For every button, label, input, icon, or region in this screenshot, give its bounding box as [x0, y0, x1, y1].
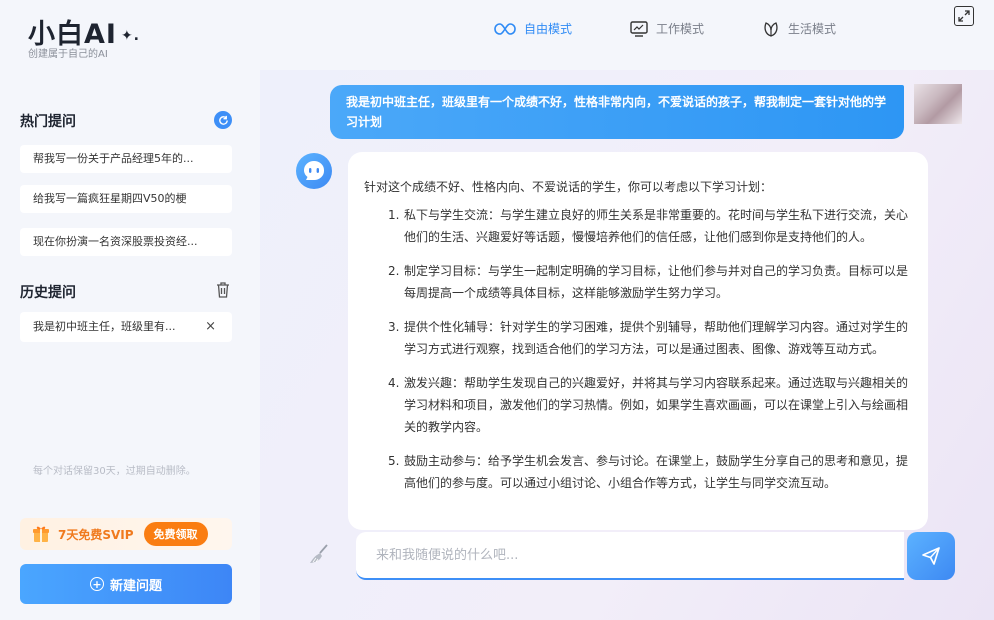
- hot-questions-title: 热门提问: [20, 114, 76, 130]
- list-item: 2. 制定学习目标：与学生一起制定明确的学习目标，让他们参与并对自己的学习负责。目…: [388, 260, 910, 304]
- list-number: 4.: [388, 376, 400, 390]
- tab-free-mode[interactable]: 自由模式: [494, 20, 572, 37]
- hot-question-item[interactable]: 帮我写一份关于产品经理5年的...: [20, 145, 232, 173]
- clear-history-button[interactable]: [215, 281, 231, 302]
- robot-icon: [304, 161, 324, 180]
- tab-free-mode-label: 自由模式: [524, 22, 573, 36]
- broom-icon: [310, 544, 328, 563]
- message-input[interactable]: [356, 532, 904, 578]
- retention-note: 每个对话保留30天，过期自动删除。: [33, 466, 196, 477]
- sparkle-icon: ✦.: [120, 27, 141, 44]
- plus-icon: +: [89, 577, 104, 591]
- list-text: 鼓励主动参与：给予学生机会发言、参与讨论。在课堂上，鼓励学生分享自己的思考和意见…: [404, 454, 909, 490]
- fullscreen-button[interactable]: [954, 6, 974, 26]
- tab-work-mode-label: 工作模式: [656, 22, 705, 36]
- new-question-label: 新建问题: [109, 578, 162, 594]
- user-avatar: [914, 84, 962, 124]
- ai-response-list: 1. 私下与学生交流：与学生建立良好的师生关系是非常重要的。花时间与学生私下进行交…: [364, 204, 910, 494]
- tab-life-mode[interactable]: 生活模式: [762, 20, 836, 37]
- tab-work-mode[interactable]: 工作模式: [630, 20, 704, 37]
- gift-icon: [33, 526, 49, 542]
- send-icon: [922, 547, 940, 565]
- app-subtitle: 创建属于自己的AI: [28, 49, 108, 60]
- list-text: 制定学习目标：与学生一起制定明确的学习目标，让他们参与并对自己的学习负责。目标可…: [404, 264, 909, 300]
- svip-text: 7天免费SVIP: [58, 527, 134, 542]
- close-icon[interactable]: ×: [205, 312, 216, 342]
- new-question-button[interactable]: + 新建问题: [20, 564, 232, 604]
- leaf-icon: [764, 21, 778, 37]
- infinity-icon: [494, 22, 516, 35]
- ai-response-intro: 针对这个成绩不好、性格内向、不爱说话的学生，你可以考虑以下学习计划：: [364, 180, 773, 194]
- list-number: 5.: [388, 454, 400, 468]
- history-item[interactable]: 我是初中班主任，班级里有... ×: [20, 312, 232, 342]
- mode-tabs: 自由模式 工作模式 生活模式: [494, 20, 836, 37]
- list-item: 5. 鼓励主动参与：给予学生机会发言、参与讨论。在课堂上，鼓励学生分享自己的思考和…: [388, 450, 910, 494]
- expand-icon: [958, 10, 970, 22]
- list-item: 3. 提供个性化辅导：针对学生的学习困难，提供个别辅导，帮助他们理解学习内容。通过…: [388, 316, 910, 360]
- history-item-label: 我是初中班主任，班级里有...: [33, 320, 176, 333]
- list-item: 4. 激发兴趣：帮助学生发现自己的兴趣爱好，并将其与学习内容联系起来。通过选取与兴…: [388, 372, 910, 438]
- clear-chat-button[interactable]: [308, 543, 330, 569]
- hot-question-item[interactable]: 现在你扮演一名资深股票投资经...: [20, 228, 232, 256]
- list-text: 激发兴趣：帮助学生发现自己的兴趣爱好，并将其与学习内容联系起来。通过选取与兴趣相…: [404, 376, 909, 434]
- tab-life-mode-label: 生活模式: [788, 22, 837, 36]
- list-item: 1. 私下与学生交流：与学生建立良好的师生关系是非常重要的。花时间与学生私下进行交…: [388, 204, 910, 248]
- send-button[interactable]: [907, 532, 955, 580]
- refresh-icon: [218, 115, 228, 125]
- trash-icon: [217, 282, 229, 298]
- ai-response: 针对这个成绩不好、性格内向、不爱说话的学生，你可以考虑以下学习计划： 1. 私下与…: [348, 152, 928, 530]
- svip-banner[interactable]: 7天免费SVIP 免费领取: [20, 518, 232, 550]
- claim-svip-button[interactable]: 免费领取: [143, 522, 208, 546]
- monitor-icon: [630, 20, 648, 37]
- list-text: 提供个性化辅导：针对学生的学习困难，提供个别辅导，帮助他们理解学习内容。通过对学…: [404, 320, 909, 356]
- hot-question-item[interactable]: 给我写一篇疯狂星期四V50的梗: [20, 185, 232, 213]
- list-number: 3.: [388, 320, 400, 334]
- ai-avatar: [296, 153, 332, 189]
- refresh-button[interactable]: [214, 111, 232, 129]
- user-message: 我是初中班主任，班级里有一个成绩不好，性格非常内向，不爱说话的孩子，帮我制定一套…: [330, 85, 904, 139]
- list-text: 私下与学生交流：与学生建立良好的师生关系是非常重要的。花时间与学生私下进行交流，…: [404, 208, 909, 244]
- list-number: 2.: [388, 264, 400, 278]
- list-number: 1.: [388, 208, 400, 222]
- message-input-container: [356, 532, 904, 580]
- history-title: 历史提问: [20, 285, 76, 301]
